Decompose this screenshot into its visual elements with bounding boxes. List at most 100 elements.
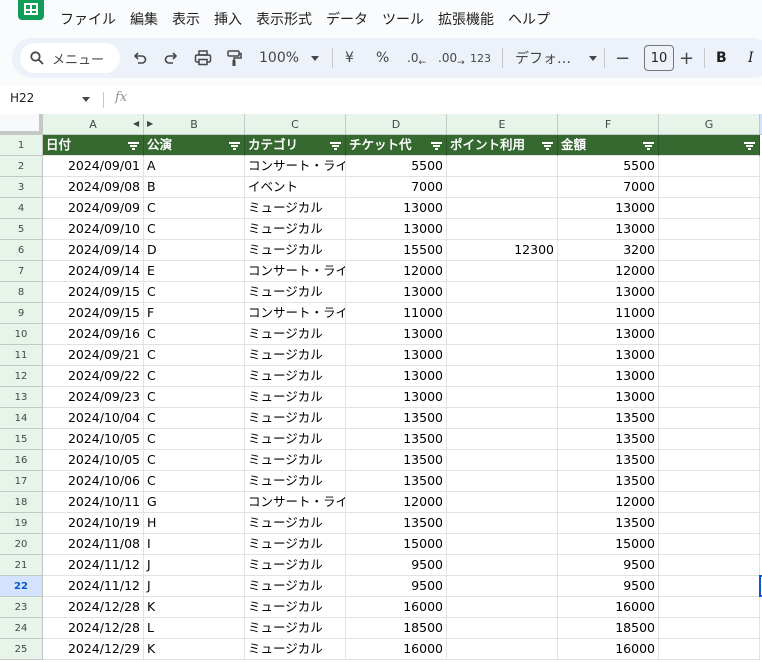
- table-cell[interactable]: K: [144, 597, 245, 618]
- table-cell[interactable]: 13000: [558, 324, 659, 345]
- header-cell[interactable]: 公演: [144, 135, 245, 156]
- paint-format-icon[interactable]: [226, 38, 242, 78]
- table-cell[interactable]: J: [144, 555, 245, 576]
- menu-search[interactable]: メニュー: [20, 43, 120, 73]
- menu-item[interactable]: ファイル: [60, 9, 116, 29]
- table-cell[interactable]: 2024/09/21: [43, 345, 144, 366]
- table-cell[interactable]: [659, 303, 760, 324]
- table-cell[interactable]: 2024/12/29: [43, 639, 144, 660]
- table-cell[interactable]: [447, 492, 558, 513]
- row-header[interactable]: 13: [0, 387, 43, 408]
- table-cell[interactable]: [659, 618, 760, 639]
- table-cell[interactable]: B: [144, 177, 245, 198]
- table-cell[interactable]: 15000: [558, 534, 659, 555]
- table-cell[interactable]: C: [144, 366, 245, 387]
- table-cell[interactable]: 13000: [558, 219, 659, 240]
- filter-icon[interactable]: [643, 142, 654, 150]
- table-cell[interactable]: [447, 387, 558, 408]
- table-cell[interactable]: 16000: [346, 639, 447, 660]
- table-cell[interactable]: [447, 618, 558, 639]
- table-cell[interactable]: K: [144, 639, 245, 660]
- table-cell[interactable]: 2024/11/12: [43, 576, 144, 597]
- table-cell[interactable]: 13000: [346, 282, 447, 303]
- select-all-corner[interactable]: [0, 114, 43, 135]
- table-cell[interactable]: 5500: [558, 156, 659, 177]
- table-cell[interactable]: 13000: [346, 345, 447, 366]
- table-cell[interactable]: 2024/09/22: [43, 366, 144, 387]
- table-cell[interactable]: ミュージカル: [245, 345, 346, 366]
- table-cell[interactable]: ミュージカル: [245, 513, 346, 534]
- name-box-chevron-icon[interactable]: [82, 97, 90, 102]
- table-cell[interactable]: [659, 198, 760, 219]
- increase-decimal-button[interactable]: .00 →: [438, 38, 465, 78]
- table-cell[interactable]: [447, 471, 558, 492]
- table-cell[interactable]: ミュージカル: [245, 618, 346, 639]
- table-cell[interactable]: J: [144, 576, 245, 597]
- row-header[interactable]: 25: [0, 639, 43, 660]
- table-cell[interactable]: 11000: [558, 303, 659, 324]
- table-cell[interactable]: イベント: [245, 177, 346, 198]
- table-cell[interactable]: 13500: [346, 471, 447, 492]
- table-cell[interactable]: C: [144, 198, 245, 219]
- table-cell[interactable]: 12000: [346, 261, 447, 282]
- header-cell[interactable]: [659, 135, 760, 156]
- menu-item[interactable]: ツール: [382, 9, 424, 29]
- table-cell[interactable]: 9500: [346, 576, 447, 597]
- table-cell[interactable]: 15500: [346, 240, 447, 261]
- table-cell[interactable]: 18500: [346, 618, 447, 639]
- table-cell[interactable]: [447, 324, 558, 345]
- table-cell[interactable]: [447, 513, 558, 534]
- row-header[interactable]: 24: [0, 618, 43, 639]
- table-cell[interactable]: 9500: [558, 555, 659, 576]
- table-cell[interactable]: [447, 366, 558, 387]
- header-cell[interactable]: 金額: [558, 135, 659, 156]
- undo-icon[interactable]: [132, 38, 148, 78]
- table-cell[interactable]: [659, 345, 760, 366]
- font-size-input[interactable]: 10: [644, 45, 674, 71]
- menu-item[interactable]: 挿入: [214, 9, 242, 29]
- table-cell[interactable]: [447, 198, 558, 219]
- table-cell[interactable]: ミュージカル: [245, 597, 346, 618]
- row-header[interactable]: 5: [0, 219, 43, 240]
- table-cell[interactable]: [659, 639, 760, 660]
- table-cell[interactable]: ミュージカル: [245, 219, 346, 240]
- row-header[interactable]: 11: [0, 345, 43, 366]
- hidden-column-left-arrow-icon[interactable]: ◀: [133, 119, 139, 128]
- table-cell[interactable]: 13000: [558, 282, 659, 303]
- table-cell[interactable]: [659, 177, 760, 198]
- table-cell[interactable]: 2024/09/23: [43, 387, 144, 408]
- table-cell[interactable]: 2024/10/11: [43, 492, 144, 513]
- header-cell[interactable]: ポイント利用: [447, 135, 558, 156]
- table-cell[interactable]: 16000: [346, 597, 447, 618]
- table-cell[interactable]: 13000: [558, 198, 659, 219]
- menu-item[interactable]: 表示形式: [256, 9, 312, 29]
- table-cell[interactable]: 15000: [346, 534, 447, 555]
- table-cell[interactable]: ミュージカル: [245, 240, 346, 261]
- table-cell[interactable]: [659, 597, 760, 618]
- menu-item[interactable]: 拡張機能: [438, 9, 494, 29]
- column-header-a[interactable]: A: [43, 114, 144, 135]
- row-header[interactable]: 15: [0, 429, 43, 450]
- row-header[interactable]: 18: [0, 492, 43, 513]
- column-header-g[interactable]: G: [659, 114, 760, 135]
- table-cell[interactable]: 18500: [558, 618, 659, 639]
- font-select[interactable]: デフォ…: [515, 38, 597, 78]
- table-cell[interactable]: 13500: [558, 513, 659, 534]
- table-cell[interactable]: コンサート・ライブ: [245, 156, 346, 177]
- row-header[interactable]: 10: [0, 324, 43, 345]
- table-cell[interactable]: 7000: [558, 177, 659, 198]
- table-cell[interactable]: [659, 156, 760, 177]
- table-cell[interactable]: [659, 387, 760, 408]
- column-header-d[interactable]: D: [346, 114, 447, 135]
- table-cell[interactable]: 2024/09/10: [43, 219, 144, 240]
- table-cell[interactable]: F: [144, 303, 245, 324]
- table-cell[interactable]: ミュージカル: [245, 387, 346, 408]
- table-cell[interactable]: [659, 219, 760, 240]
- table-cell[interactable]: H: [144, 513, 245, 534]
- table-cell[interactable]: 2024/10/05: [43, 429, 144, 450]
- table-cell[interactable]: 2024/11/12: [43, 555, 144, 576]
- table-cell[interactable]: A: [144, 156, 245, 177]
- table-cell[interactable]: 13500: [346, 513, 447, 534]
- table-cell[interactable]: 2024/09/08: [43, 177, 144, 198]
- table-cell[interactable]: C: [144, 282, 245, 303]
